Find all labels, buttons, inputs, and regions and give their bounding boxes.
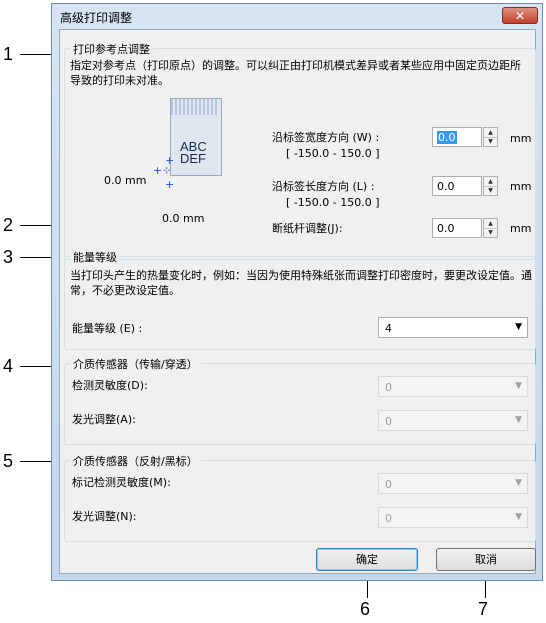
- chevron-down-icon: ▼: [515, 322, 522, 332]
- energy-title: 能量等级: [70, 249, 120, 265]
- width-unit: mm: [510, 132, 532, 145]
- close-button[interactable]: ✕: [502, 7, 538, 24]
- spin-down-icon[interactable]: ▼: [484, 137, 497, 146]
- cancel-button[interactable]: 取消: [436, 548, 536, 571]
- transmissive-luminescence-select[interactable]: 0 ▼: [378, 410, 528, 431]
- energy-description: 当打印头产生的热量变化时，例如：当因为使用特殊纸张而调整打印密度时，要更改设定值…: [70, 269, 532, 297]
- callout-2: 2: [3, 215, 14, 235]
- energy-level-value: 4: [385, 322, 392, 335]
- chevron-down-icon: ▼: [515, 381, 522, 391]
- reflective-luminescence-label: 发光调整(N):: [72, 510, 137, 523]
- width-direction-input[interactable]: 0.0: [432, 127, 482, 147]
- spin-down-icon[interactable]: ▼: [484, 228, 497, 237]
- media-sensor-transmissive-title: 介质传感器（传输/穿透）: [70, 356, 201, 372]
- preview-x-offset: 0.0 mm: [104, 174, 147, 187]
- transmissive-sensitivity-select[interactable]: 0 ▼: [378, 376, 528, 397]
- callout-3: 3: [3, 247, 14, 267]
- cutter-adjust-label: 断纸杆调整(J):: [272, 222, 343, 235]
- transmissive-sensitivity-value: 0: [385, 381, 392, 394]
- preview-y-offset: 0.0 mm: [162, 212, 205, 225]
- transmissive-sensitivity-label: 检测灵敏度(D):: [72, 379, 148, 392]
- callout-4: 4: [3, 356, 14, 376]
- callout-5: 5: [3, 451, 14, 471]
- cutter-adjust-input[interactable]: 0.0: [432, 218, 482, 238]
- spin-down-icon[interactable]: ▼: [484, 186, 497, 195]
- energy-level-select[interactable]: 4 ▼: [378, 317, 528, 338]
- print-reference-title: 打印参考点调整: [70, 41, 153, 57]
- energy-level-label: 能量等级 (E) :: [72, 322, 143, 335]
- width-direction-value: 0.0: [437, 131, 457, 144]
- title-bar[interactable]: 高级打印调整 ✕: [52, 4, 542, 28]
- length-direction-input[interactable]: 0.0: [432, 176, 482, 196]
- chevron-down-icon: ▼: [515, 415, 522, 425]
- origin-crosshair-icon: + + + ⊹: [153, 154, 175, 191]
- reflective-luminescence-select[interactable]: 0 ▼: [378, 507, 528, 528]
- chevron-down-icon: ▼: [515, 512, 522, 522]
- transmissive-luminescence-label: 发光调整(A):: [72, 413, 136, 426]
- callout-1: 1: [3, 44, 14, 64]
- cutter-adjust-spinner[interactable]: ▲ ▼: [483, 218, 498, 238]
- length-unit: mm: [510, 180, 532, 193]
- reflective-sensitivity-select[interactable]: 0 ▼: [378, 473, 528, 494]
- length-direction-label: 沿标签长度方向 (L) :: [272, 180, 375, 193]
- dialog-title: 高级打印调整: [60, 11, 133, 25]
- dialog-client-area: 打印参考点调整 指定对参考点（打印原点）的调整。可以纠正由打印机模式差异或者某些…: [59, 29, 536, 574]
- close-icon: ✕: [514, 9, 526, 23]
- advanced-print-dialog: 高级打印调整 ✕ 打印参考点调整 指定对参考点（打印原点）的调整。可以纠正由打印…: [51, 3, 543, 581]
- callout-7: 7: [478, 599, 489, 619]
- chevron-down-icon: ▼: [515, 478, 522, 488]
- reflective-sensitivity-value: 0: [385, 478, 392, 491]
- print-reference-description: 指定对参考点（打印原点）的调整。可以纠正由打印机模式差异或者某些应用中固定页边距…: [70, 59, 521, 87]
- cutter-unit: mm: [510, 222, 532, 235]
- reflective-luminescence-value: 0: [385, 512, 392, 525]
- cutter-adjust-value: 0.0: [437, 222, 455, 235]
- transmissive-luminescence-value: 0: [385, 415, 392, 428]
- width-direction-range: [ -150.0 - 150.0 ]: [286, 147, 380, 160]
- ok-button[interactable]: 确定: [316, 548, 418, 571]
- width-direction-label: 沿标签宽度方向 (W) :: [272, 131, 380, 144]
- length-direction-range: [ -150.0 - 150.0 ]: [286, 196, 380, 209]
- length-direction-spinner[interactable]: ▲ ▼: [483, 176, 498, 196]
- length-direction-value: 0.0: [437, 180, 455, 193]
- reflective-sensitivity-label: 标记检测灵敏度(M):: [72, 476, 171, 489]
- callout-6: 6: [360, 599, 371, 619]
- media-sensor-reflective-title: 介质传感器（反射/黑标）: [70, 453, 201, 469]
- width-direction-spinner[interactable]: ▲ ▼: [483, 127, 498, 147]
